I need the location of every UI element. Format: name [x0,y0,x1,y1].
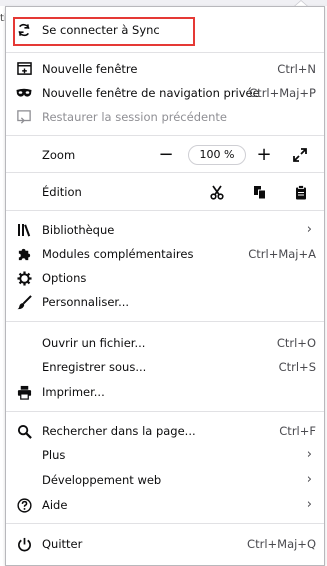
menu-item-label: Rechercher dans la page... [42,424,196,438]
search-icon [16,423,32,439]
chevron-right-icon: › [306,222,312,237]
gear-icon [16,270,32,286]
shortcut-text: Ctrl+S [278,360,316,374]
menu-item-label: Options [42,271,87,285]
menu-item-label: Bibliothèque [42,223,115,237]
shortcut-text: Ctrl+F [279,424,316,438]
menu-item-addons[interactable]: Modules complémentaires Ctrl+Maj+A [6,242,324,266]
menu-item-options[interactable]: Options [6,266,324,290]
fullscreen-icon [293,148,307,162]
zoom-in-button[interactable]: + [254,145,274,165]
new-window-icon [16,61,32,77]
chevron-right-icon: › [306,447,312,462]
menu-item-help[interactable]: Aide › [6,493,324,517]
menu-item-label: Enregistrer sous... [42,360,147,374]
menu-item-more[interactable]: Plus › [6,443,324,467]
mask-icon [16,85,32,101]
paste-button[interactable] [292,183,310,201]
library-icon [16,222,32,238]
menu-item-print[interactable]: Imprimer... [6,380,324,404]
clipboard-icon [296,184,306,199]
chevron-right-icon: › [306,497,312,512]
menu-item-quit[interactable]: Quitter Ctrl+Maj+Q [6,532,324,556]
plus-icon: + [256,144,272,165]
zoom-label: Zoom [42,148,76,162]
copy-button[interactable] [251,183,269,201]
menu-item-label: Modules complémentaires [42,247,194,261]
menu-item-label: Personnaliser... [42,295,130,309]
menu-item-label: Nouvelle fenêtre [42,62,138,76]
menu-item-label: Restaurer la session précédente [42,110,227,124]
shortcut-text: Ctrl+O [276,336,316,350]
separator [6,523,324,524]
separator [6,210,324,211]
menu-item-library[interactable]: Bibliothèque › [6,218,324,242]
menu-item-web-developer[interactable]: Développement web › [6,468,324,492]
power-icon [16,536,32,552]
printer-icon [16,384,32,400]
shortcut-text: Ctrl+N [277,62,316,76]
highlight-annotation [13,17,195,46]
copy-icon [254,185,266,199]
edit-label: Édition [42,185,82,199]
menu-item-customize[interactable]: Personnaliser... [6,290,324,314]
menu-item-private-window[interactable]: Nouvelle fenêtre de navigation privée Ct… [6,81,324,105]
separator [6,172,324,173]
menu-item-save-as[interactable]: Enregistrer sous... Ctrl+S [6,355,324,379]
fullscreen-button[interactable] [290,145,310,165]
puzzle-icon [16,246,32,262]
minus-icon: − [158,144,174,165]
paintbrush-icon [16,294,32,310]
restore-icon [16,109,32,125]
menu-item-label: Plus [42,448,66,462]
menu-item-restore-session: Restaurer la session précédente [6,105,324,129]
separator [6,411,324,412]
separator [6,135,324,136]
menu-item-find[interactable]: Rechercher dans la page... Ctrl+F [6,419,324,443]
menu-item-label: Imprimer... [42,385,105,399]
menu-item-open-file[interactable]: Ouvrir un fichier... Ctrl+O [6,331,324,355]
shortcut-text: Ctrl+Maj+P [249,86,316,100]
menu-item-label: Quitter [42,537,83,551]
scissors-icon [210,185,224,200]
edit-controls: Édition [6,180,324,204]
shortcut-text: Ctrl+Maj+A [248,247,316,261]
menu-item-label: Aide [42,498,68,512]
menu-item-label: Ouvrir un fichier... [42,336,146,350]
separator [6,321,324,322]
shortcut-text: Ctrl+Maj+Q [247,537,316,551]
chevron-right-icon: › [306,472,312,487]
menu-item-label: Nouvelle fenêtre de navigation privée [42,86,260,100]
zoom-reset-button[interactable]: 100 % [188,145,246,165]
zoom-out-button[interactable]: − [156,145,176,165]
menu-item-new-window[interactable]: Nouvelle fenêtre Ctrl+N [6,57,324,81]
zoom-controls: Zoom − 100 % + [6,143,324,167]
cut-button[interactable] [208,183,226,201]
separator [6,52,324,53]
help-icon [16,497,32,513]
app-menu-panel: Se connecter à Sync Nouvelle fenêtre Ctr… [5,6,325,566]
menu-item-label: Développement web [42,473,162,487]
